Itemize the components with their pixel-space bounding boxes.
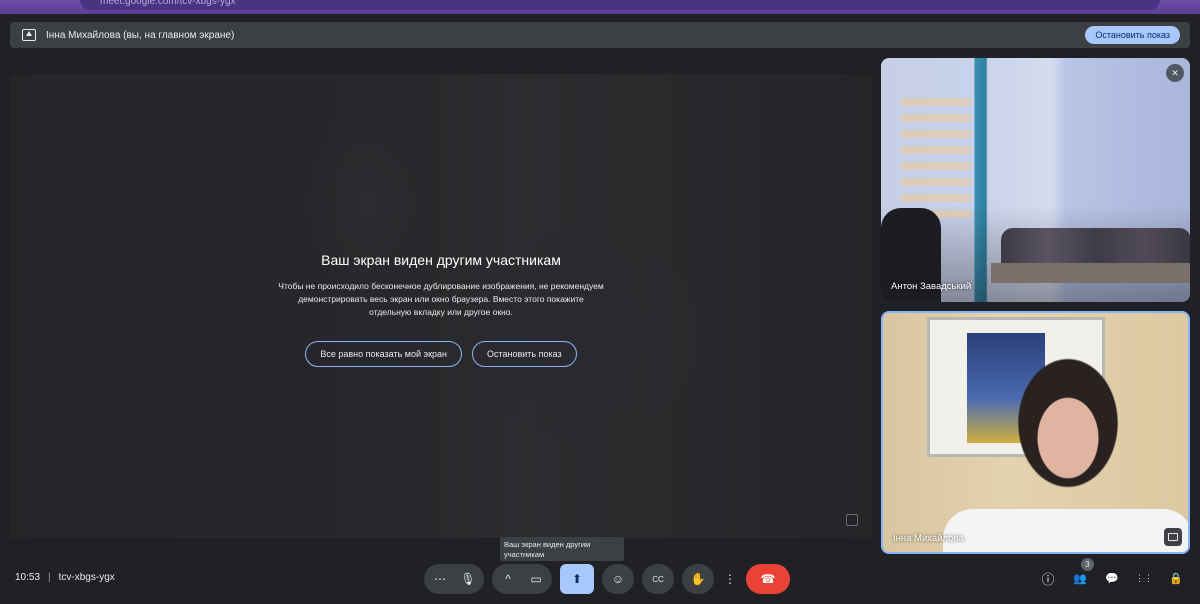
present-screen-icon xyxy=(22,29,36,41)
stop-sharing-button[interactable]: Остановить показ xyxy=(472,341,577,367)
divider: | xyxy=(48,572,51,583)
self-view-tile[interactable]: Інна Михайлова xyxy=(881,311,1190,554)
participant-name: Інна Михайлова xyxy=(893,533,964,544)
emoji-button[interactable]: ☺ xyxy=(602,564,634,594)
chat-icon[interactable]: 💬 xyxy=(1104,570,1120,586)
audio-control-group: ⋯ 🎙 xyxy=(424,564,484,594)
clock: 10:53 xyxy=(15,572,41,583)
desk xyxy=(991,263,1190,283)
more-options-button[interactable]: ⋮ xyxy=(722,564,738,594)
fullscreen-icon[interactable] xyxy=(846,514,858,526)
show-anyway-button[interactable]: Все равно показать мой экран xyxy=(305,341,462,367)
audio-options-icon[interactable]: ⋯ xyxy=(426,572,454,586)
video-control-group: ^ ▭ xyxy=(492,564,552,594)
mirror-warning: Ваш экран виден другим участникам Чтобы … xyxy=(276,252,606,367)
host-controls-icon[interactable]: 🔒 xyxy=(1168,570,1184,586)
present-tooltip: Ваш экран виден другим участникам xyxy=(500,537,624,561)
mic-off-icon: ✕ xyxy=(1166,64,1184,82)
meeting-details: 10:53 | tcv-xbgs-ygx xyxy=(15,572,115,583)
warning-body: Чтобы не происходило бесконечное дублиро… xyxy=(278,281,604,317)
main-stage: Ваш экран виден другим участникам Чтобы … xyxy=(10,74,872,538)
leave-call-button[interactable]: ☎ xyxy=(746,564,790,594)
chevron-up-icon[interactable]: ^ xyxy=(494,572,522,586)
participant-tile[interactable]: ✕ Антон Завадський xyxy=(881,58,1190,302)
side-panel-controls: ⓘ 👥 3 💬 ⋮⋮ 🔒 xyxy=(1040,558,1184,587)
captions-button[interactable]: CC xyxy=(642,564,674,594)
participant-count-badge: 3 xyxy=(1081,558,1094,571)
call-controls: ⋯ 🎙 ^ ▭ ⬆ ☺ CC ✋ ⋮ ☎ xyxy=(424,564,790,594)
presenting-banner: Інна Михайлова (вы, на главном экране) О… xyxy=(10,22,1190,48)
people-button[interactable]: 👥 3 xyxy=(1072,558,1094,586)
wall-posters xyxy=(901,98,971,218)
browser-address-bar: meet.google.com/tcv-xbgs-ygx xyxy=(0,0,1200,14)
activities-icon[interactable]: ⋮⋮ xyxy=(1135,570,1153,586)
info-icon[interactable]: ⓘ xyxy=(1040,570,1056,587)
presenter-label: Інна Михайлова (вы, на главном экране) xyxy=(46,29,235,41)
participant-video xyxy=(1003,353,1133,552)
pip-icon[interactable] xyxy=(1164,528,1182,546)
warning-title: Ваш экран виден другим участникам xyxy=(321,252,561,268)
stop-presenting-button[interactable]: Остановить показ xyxy=(1085,26,1180,44)
participant-name: Антон Завадський xyxy=(891,281,972,292)
present-now-button[interactable]: ⬆ xyxy=(560,564,594,594)
people-icon: 👥 xyxy=(1073,572,1087,585)
url-bar[interactable]: meet.google.com/tcv-xbgs-ygx xyxy=(80,0,1160,10)
raise-hand-button[interactable]: ✋ xyxy=(682,564,714,594)
camera-icon[interactable]: ▭ xyxy=(522,572,550,586)
mic-icon[interactable]: 🎙 xyxy=(454,572,482,586)
meeting-code[interactable]: tcv-xbgs-ygx xyxy=(59,572,115,583)
